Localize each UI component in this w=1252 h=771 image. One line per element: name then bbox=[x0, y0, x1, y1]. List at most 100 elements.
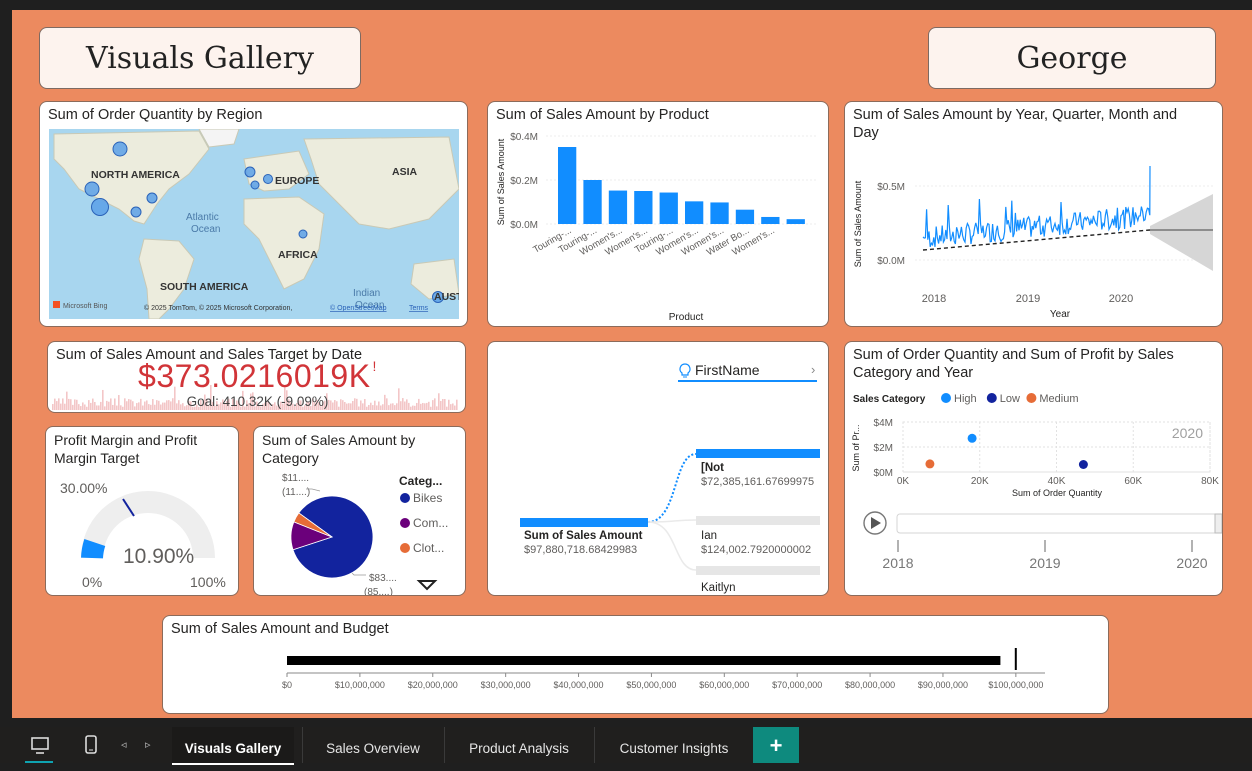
decomp-node-bar-3[interactable] bbox=[696, 566, 820, 575]
scatter-x-tick: 60K bbox=[1124, 476, 1142, 487]
tab-product-analysis[interactable]: Product Analysis bbox=[444, 727, 593, 763]
map-terms-link[interactable]: Terms bbox=[409, 305, 429, 312]
map-bubble-germany[interactable] bbox=[263, 174, 273, 184]
pie-legend-marker-2 bbox=[400, 543, 410, 553]
scatter-point-low[interactable] bbox=[1078, 460, 1088, 469]
user-name-text: George bbox=[1016, 40, 1128, 76]
bar-product-1[interactable] bbox=[583, 180, 602, 224]
date-line-chart[interactable]: Sum of Sales Amount by Year, Quarter, Mo… bbox=[844, 101, 1223, 327]
pie-legend-scroll-down-icon[interactable] bbox=[416, 580, 438, 591]
map-label-atlantic: Atlantic bbox=[186, 212, 219, 223]
pie-canvas[interactable]: $11.... (11....) $83.... (85....) Categ.… bbox=[254, 467, 466, 596]
bullet-x-tick: $40,000,000 bbox=[554, 680, 604, 690]
lightbulb-icon bbox=[679, 363, 691, 378]
bullet-value-bar[interactable] bbox=[287, 656, 1001, 665]
desktop-layout-icon[interactable] bbox=[30, 736, 50, 756]
map-bing-label: Microsoft Bing bbox=[63, 303, 107, 310]
bar-product-8[interactable] bbox=[761, 216, 780, 224]
add-page-button[interactable]: + bbox=[753, 727, 799, 763]
pie-legend-item-1[interactable]: Com... bbox=[413, 516, 448, 530]
gauge-min: 0% bbox=[82, 574, 102, 590]
map-bubble-northeast[interactable] bbox=[146, 192, 158, 204]
scatter-point-medium[interactable] bbox=[925, 459, 935, 469]
bullet-x-tick: $0 bbox=[282, 680, 292, 690]
budget-bullet-chart[interactable]: Sum of Sales Amount and Budget $0 $10,000… bbox=[162, 615, 1109, 714]
report-page: Visuals Gallery George Sum of Order Quan… bbox=[12, 10, 1252, 718]
play-axis-track[interactable] bbox=[896, 513, 1222, 534]
scatter-x-axis-label: Sum of Order Quantity bbox=[1012, 488, 1103, 498]
scatter-x-tick: 0K bbox=[897, 476, 910, 487]
map-bubble-uk[interactable] bbox=[244, 166, 256, 178]
bar-y-axis-label: Sum of Sales Amount bbox=[496, 138, 506, 225]
report-title-text: Visuals Gallery bbox=[86, 40, 314, 76]
scatter-title: Sum of Order Quantity and Sum of Profit … bbox=[853, 346, 1174, 382]
decomp-expand-chevron-icon[interactable]: › bbox=[811, 362, 815, 377]
bar-product-2[interactable] bbox=[608, 190, 628, 224]
scatter-legend-item-0[interactable]: High bbox=[954, 393, 977, 405]
map-canvas[interactable]: NORTH AMERICA EUROPE ASIA AFRICA SOUTH A… bbox=[49, 129, 459, 319]
pie-legend-item-2[interactable]: Clot... bbox=[413, 541, 444, 555]
bar-product-9[interactable] bbox=[786, 219, 805, 224]
map-osm-link[interactable]: © OpenStreetMap bbox=[330, 304, 387, 312]
scatter-visual[interactable]: Sum of Order Quantity and Sum of Profit … bbox=[844, 341, 1223, 596]
bar-product-3[interactable] bbox=[634, 191, 653, 224]
scatter-legend-item-2[interactable]: Medium bbox=[1039, 393, 1078, 405]
map-visual[interactable]: Sum of Order Quantity by Region NORTH AM… bbox=[39, 101, 468, 327]
bullet-x-tick: $100,000,000 bbox=[988, 680, 1043, 690]
map-bubble-southwest[interactable] bbox=[91, 198, 109, 216]
decomp-field-header[interactable]: FirstName bbox=[695, 362, 760, 378]
bullet-canvas[interactable]: $0 $10,000,000 $20,000,000 $30,000,000 $40,0… bbox=[163, 642, 1108, 712]
play-axis-year-label: 2019 bbox=[1029, 555, 1060, 571]
bar-product-4[interactable] bbox=[659, 192, 678, 224]
tab-scroll-right-icon[interactable]: ▹ bbox=[145, 738, 151, 751]
decomp-node-bar-1[interactable] bbox=[696, 449, 820, 458]
date-chart-canvas[interactable]: $0.0M $0.5M 2018 2019 2020 Year Sum of Sales A… bbox=[845, 146, 1222, 326]
map-label-asia: ASIA bbox=[392, 166, 418, 178]
decomp-root-bar[interactable] bbox=[520, 518, 648, 527]
decomposition-tree[interactable]: FirstName › Sum of Sales Amount $97,880,… bbox=[487, 341, 829, 596]
scatter-canvas[interactable]: Sales Category High Low Medium $0M $2M $4M 0K 20… bbox=[845, 386, 1222, 596]
decomp-node-label-1: [Not bbox=[701, 462, 724, 474]
map-bubble-africa[interactable] bbox=[298, 229, 308, 239]
tab-visuals-gallery[interactable]: Visuals Gallery bbox=[172, 727, 294, 765]
scatter-point-high[interactable] bbox=[967, 433, 977, 443]
scatter-year-watermark: 2020 bbox=[1172, 425, 1203, 441]
tab-sales-overview[interactable]: Sales Overview bbox=[302, 727, 443, 763]
scatter-x-tick: 40K bbox=[1048, 476, 1066, 487]
gauge-value: 10.90% bbox=[123, 545, 194, 568]
map-bubble-france[interactable] bbox=[250, 180, 260, 190]
kpi-visual[interactable]: Sum of Sales Amount and Sales Target by … bbox=[47, 341, 466, 413]
bullet-x-tick: $70,000,000 bbox=[772, 680, 822, 690]
map-label-aust: AUST bbox=[434, 291, 459, 303]
decomp-node-bar-2[interactable] bbox=[696, 516, 820, 525]
product-chart-canvas[interactable]: $0.0M$0.2M$0.4MTouring-...Touring-...Wom… bbox=[488, 126, 828, 326]
pie-legend-title: Categ... bbox=[399, 474, 442, 488]
mobile-layout-icon[interactable] bbox=[84, 735, 98, 755]
bar-product-5[interactable] bbox=[685, 201, 704, 224]
gauge-visual[interactable]: Profit Margin and Profit Margin Target 30… bbox=[45, 426, 239, 596]
scatter-y-axis-label: Sum of Pr... bbox=[851, 424, 861, 471]
product-bar-chart[interactable]: Sum of Sales Amount by Product $0.0M $0.2… bbox=[487, 101, 829, 327]
pie-visual[interactable]: Sum of Sales Amount by Category $11.... (… bbox=[253, 426, 466, 596]
report-canvas: Visuals Gallery George Sum of Order Quan… bbox=[0, 0, 1252, 727]
pie-title: Sum of Sales Amount by Category bbox=[262, 431, 415, 467]
scatter-legend-item-1[interactable]: Low bbox=[1000, 393, 1020, 405]
decomp-node-label-2: Ian bbox=[701, 530, 717, 542]
pie-legend-item-0[interactable]: Bikes bbox=[413, 491, 442, 505]
tab-scroll-left-icon[interactable]: ◃ bbox=[121, 738, 127, 751]
bar-product-0[interactable] bbox=[558, 147, 577, 224]
tab-customer-insights[interactable]: Customer Insights bbox=[594, 727, 753, 763]
play-axis-handle[interactable] bbox=[1214, 513, 1222, 534]
map-bubble-northwest[interactable] bbox=[84, 181, 100, 197]
scatter-x-tick: 80K bbox=[1201, 476, 1219, 487]
gauge-title-line1: Profit Margin and Profit bbox=[54, 432, 198, 448]
kpi-status-indicator: ! bbox=[372, 358, 377, 374]
pie-label-bottom-value: $83.... bbox=[369, 573, 397, 584]
map-bubble-central[interactable] bbox=[130, 206, 142, 218]
map-bubble-canada[interactable] bbox=[112, 141, 128, 157]
play-axis-year-label: 2018 bbox=[882, 555, 913, 571]
line-series-sales[interactable] bbox=[922, 165, 1151, 247]
bar-product-7[interactable] bbox=[735, 209, 755, 224]
pie-legend-marker-0 bbox=[400, 493, 410, 503]
bar-product-6[interactable] bbox=[710, 202, 729, 224]
